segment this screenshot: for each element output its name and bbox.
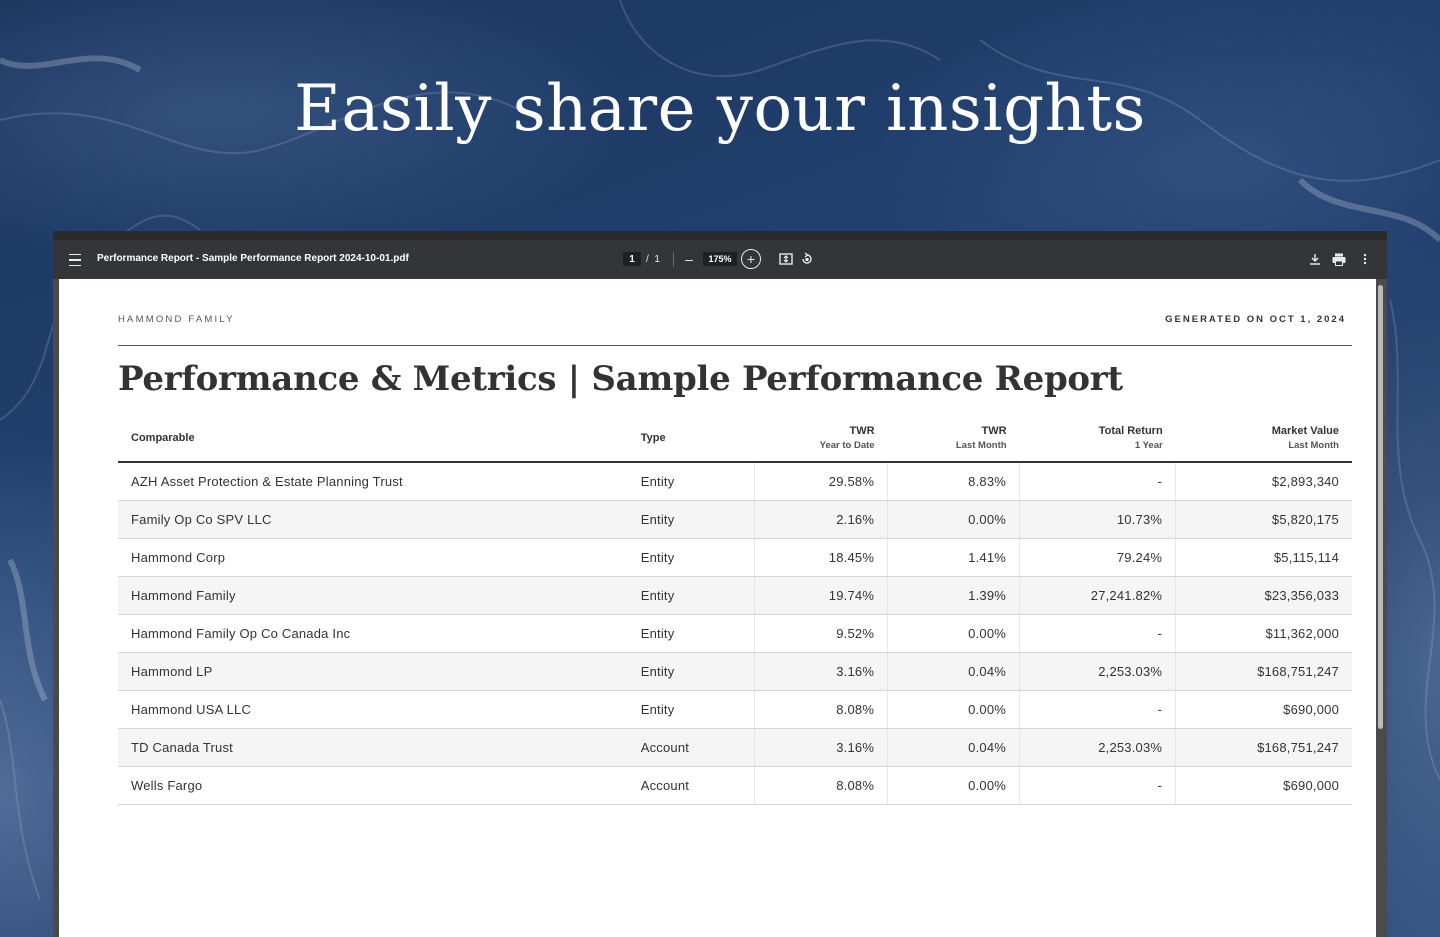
- current-page-input[interactable]: 1: [623, 252, 641, 266]
- type-cell: Entity: [627, 652, 755, 691]
- report-title: Performance & Metrics | Sample Performan…: [118, 359, 1123, 399]
- table-row: Family Op Co SPV LLC Entity 2.16% 0.00% 10.7…: [118, 500, 1352, 539]
- type-cell: Entity: [627, 690, 755, 729]
- twr-last-month-cell: 0.00%: [887, 500, 1020, 539]
- comparable-cell: Hammond Family Op Co Canada Inc: [118, 614, 628, 653]
- hero-headline: Easily share your insights: [294, 72, 1146, 146]
- market-value-cell: $690,000: [1175, 766, 1352, 805]
- column-header-twr-ytd: TWR Year to Date: [754, 415, 888, 463]
- column-header-market-value: Market Value Last Month: [1175, 415, 1352, 463]
- vertical-scrollbar[interactable]: [1378, 285, 1383, 729]
- viewer-top-strip: [53, 231, 1387, 240]
- page-count: / 1: [641, 252, 665, 266]
- twr-ytd-cell: 8.08%: [754, 766, 888, 805]
- twr-last-month-cell: 0.04%: [887, 728, 1020, 767]
- total-return-cell: -: [1019, 766, 1176, 805]
- column-header-comparable: Comparable: [118, 415, 628, 463]
- total-pages: 1: [654, 253, 660, 265]
- zoom-level-input[interactable]: 175%: [703, 252, 737, 266]
- comparable-cell: AZH Asset Protection & Estate Planning T…: [118, 462, 628, 501]
- comparable-cell: Hammond LP: [118, 652, 628, 691]
- rotate-icon[interactable]: [799, 251, 815, 267]
- twr-last-month-cell: 0.00%: [887, 690, 1020, 729]
- twr-ytd-cell: 19.74%: [754, 576, 888, 615]
- twr-ytd-cell: 18.45%: [754, 538, 888, 577]
- market-value-cell: $2,893,340: [1175, 462, 1352, 501]
- twr-last-month-cell: 0.00%: [887, 766, 1020, 805]
- pdf-viewer: Performance Report - Sample Performance …: [53, 231, 1387, 937]
- total-return-cell: -: [1019, 690, 1176, 729]
- comparable-cell: Hammond Corp: [118, 538, 628, 577]
- table-body: AZH Asset Protection & Estate Planning T…: [118, 462, 1352, 805]
- type-cell: Entity: [627, 500, 755, 539]
- column-header-total-return: Total Return 1 Year: [1019, 415, 1176, 463]
- menu-icon[interactable]: [67, 252, 83, 268]
- twr-last-month-cell: 1.39%: [887, 576, 1020, 615]
- total-return-cell: 10.73%: [1019, 500, 1176, 539]
- market-value-cell: $5,820,175: [1175, 500, 1352, 539]
- table-row: TD Canada Trust Account 3.16% 0.04% 2,253.03…: [118, 728, 1352, 767]
- total-return-cell: 2,253.03%: [1019, 652, 1176, 691]
- pdf-page: HAMMOND FAMILY GENERATED ON OCT 1, 2024 …: [59, 279, 1376, 937]
- table-row: Hammond Family Op Co Canada Inc Entity 9.5…: [118, 614, 1352, 653]
- generated-date: GENERATED ON OCT 1, 2024: [1165, 314, 1346, 325]
- zoom-in-icon[interactable]: +: [741, 249, 761, 269]
- market-value-cell: $5,115,114: [1175, 538, 1352, 577]
- table-row: Hammond Corp Entity 18.45% 1.41% 79.24% $5,11…: [118, 538, 1352, 577]
- table-row: AZH Asset Protection & Estate Planning T…: [118, 462, 1352, 501]
- print-icon[interactable]: [1331, 251, 1347, 267]
- twr-last-month-cell: 0.04%: [887, 652, 1020, 691]
- column-header-type: Type: [627, 415, 755, 463]
- table-row: Hammond USA LLC Entity 8.08% 0.00% - $690,000: [118, 690, 1352, 729]
- twr-ytd-cell: 8.08%: [754, 690, 888, 729]
- total-return-cell: 27,241.82%: [1019, 576, 1176, 615]
- client-name: HAMMOND FAMILY: [118, 314, 235, 325]
- pdf-toolbar: Performance Report - Sample Performance …: [53, 240, 1387, 279]
- market-value-cell: $168,751,247: [1175, 728, 1352, 767]
- twr-ytd-cell: 29.58%: [754, 462, 888, 501]
- more-options-icon[interactable]: [1357, 251, 1373, 267]
- toolbar-divider: [673, 252, 674, 267]
- type-cell: Entity: [627, 614, 755, 653]
- performance-table: Comparable Type TWR Year to Date TWR Last …: [118, 415, 1352, 805]
- total-return-cell: 79.24%: [1019, 538, 1176, 577]
- twr-ytd-cell: 3.16%: [754, 652, 888, 691]
- type-cell: Entity: [627, 576, 755, 615]
- twr-ytd-cell: 9.52%: [754, 614, 888, 653]
- header-rule: [118, 345, 1352, 346]
- total-return-cell: 2,253.03%: [1019, 728, 1176, 767]
- download-icon[interactable]: [1307, 251, 1323, 267]
- column-header-twr-last-month: TWR Last Month: [887, 415, 1020, 463]
- type-cell: Account: [627, 728, 755, 767]
- type-cell: Account: [627, 766, 755, 805]
- table-row: Wells Fargo Account 8.08% 0.00% - $690,000: [118, 766, 1352, 805]
- table-row: Hammond LP Entity 3.16% 0.04% 2,253.03% $168,…: [118, 652, 1352, 691]
- comparable-cell: Hammond USA LLC: [118, 690, 628, 729]
- table-header-row: Comparable Type TWR Year to Date TWR Last …: [118, 415, 1352, 463]
- type-cell: Entity: [627, 462, 755, 501]
- twr-last-month-cell: 8.83%: [887, 462, 1020, 501]
- comparable-cell: TD Canada Trust: [118, 728, 628, 767]
- comparable-cell: Family Op Co SPV LLC: [118, 500, 628, 539]
- file-title: Performance Report - Sample Performance …: [97, 253, 409, 264]
- table-row: Hammond Family Entity 19.74% 1.39% 27,241.82…: [118, 576, 1352, 615]
- page-separator: /: [646, 253, 649, 265]
- zoom-out-icon[interactable]: –: [682, 250, 696, 268]
- market-value-cell: $690,000: [1175, 690, 1352, 729]
- total-return-cell: -: [1019, 462, 1176, 501]
- type-cell: Entity: [627, 538, 755, 577]
- total-return-cell: -: [1019, 614, 1176, 653]
- comparable-cell: Hammond Family: [118, 576, 628, 615]
- market-value-cell: $23,356,033: [1175, 576, 1352, 615]
- twr-last-month-cell: 0.00%: [887, 614, 1020, 653]
- fit-page-icon[interactable]: [778, 251, 794, 267]
- comparable-cell: Wells Fargo: [118, 766, 628, 805]
- twr-ytd-cell: 2.16%: [754, 500, 888, 539]
- twr-ytd-cell: 3.16%: [754, 728, 888, 767]
- twr-last-month-cell: 1.41%: [887, 538, 1020, 577]
- market-value-cell: $11,362,000: [1175, 614, 1352, 653]
- market-value-cell: $168,751,247: [1175, 652, 1352, 691]
